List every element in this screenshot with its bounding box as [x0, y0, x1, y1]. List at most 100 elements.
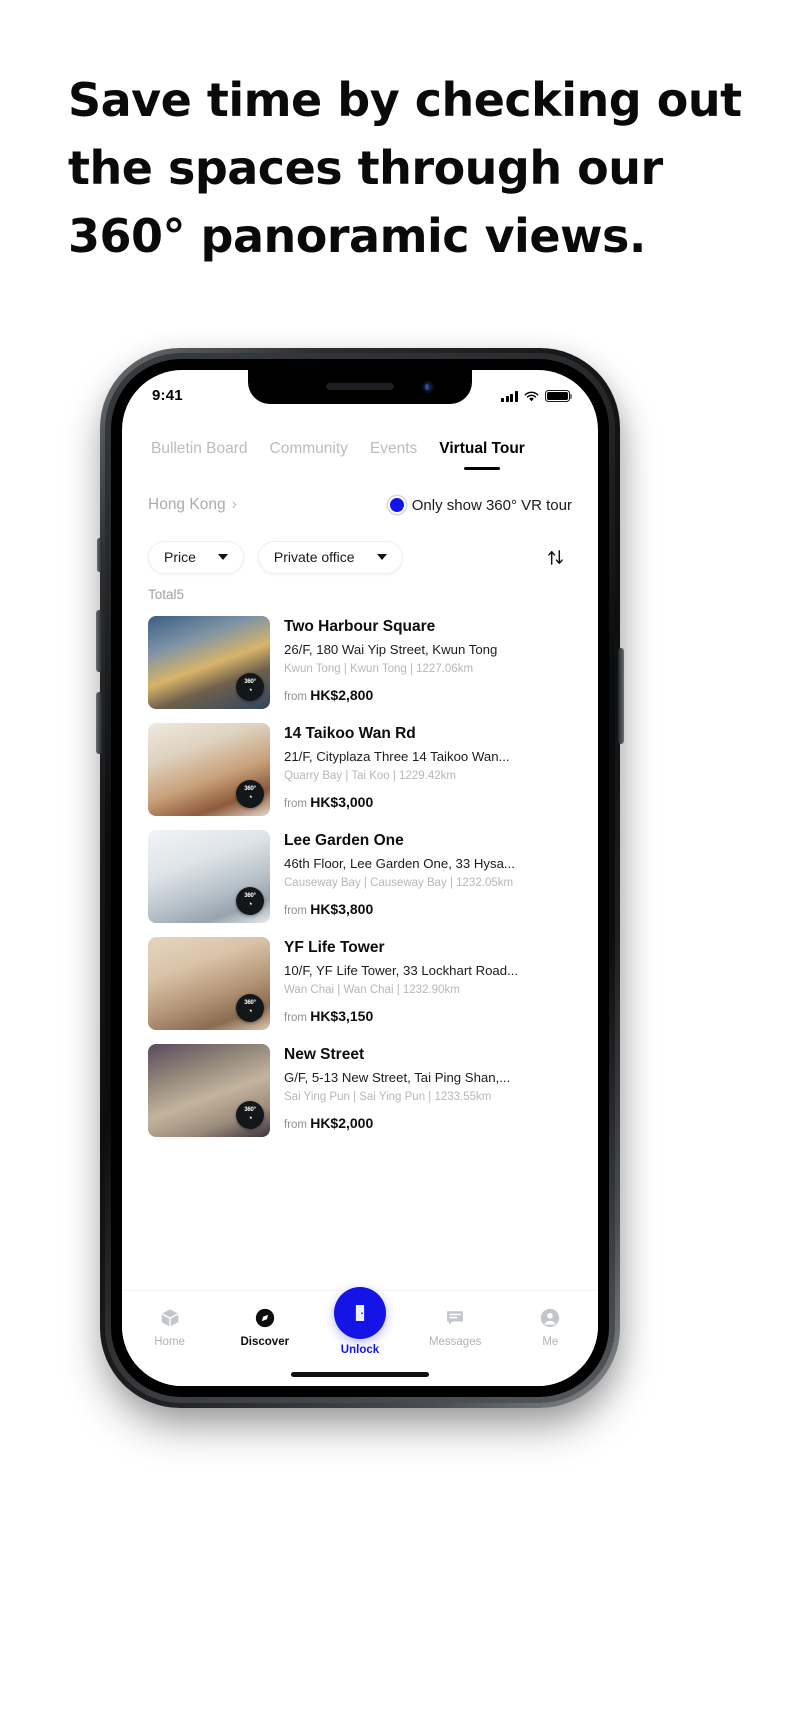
listing-title: 14 Taikoo Wan Rd — [284, 725, 416, 742]
chevron-down-icon — [217, 554, 228, 560]
front-camera-icon — [422, 381, 434, 393]
tab-label: Community — [269, 440, 348, 457]
listing-info: YF Life Tower 10/F, YF Life Tower, 33 Lo… — [284, 937, 572, 1030]
list-item[interactable]: 360° ◔ Two Harbour Square 26/F, 180 Wai … — [148, 610, 572, 717]
headline-line-2: the spaces through our — [68, 141, 663, 196]
listing-thumbnail[interactable]: 360° ◔ — [148, 1044, 270, 1137]
battery-icon — [545, 390, 573, 402]
filter-price[interactable]: Price — [148, 540, 244, 574]
phone-screen: 9:41 Bulletin Board Community Events Vir… — [122, 370, 598, 1386]
person-icon — [539, 1305, 561, 1331]
listing-list: 360° ◔ Two Harbour Square 26/F, 180 Wai … — [122, 610, 598, 1145]
badge-eye-icon: ◔ — [247, 1006, 253, 1016]
phone-frame: 9:41 Bulletin Board Community Events Vir… — [96, 348, 624, 1408]
price-value: HK$2,000 — [310, 1115, 374, 1131]
listing-title: New Street — [284, 1046, 365, 1063]
price-value: HK$3,000 — [310, 794, 374, 810]
compass-icon — [254, 1305, 276, 1331]
cellular-signal-icon — [501, 391, 518, 402]
power-button[interactable] — [618, 648, 624, 744]
vr-360-badge[interactable]: 360° ◔ — [236, 673, 264, 701]
nav-label: Home — [154, 1336, 185, 1348]
price-value: HK$3,150 — [310, 1008, 374, 1024]
listing-title: Lee Garden One — [284, 832, 404, 849]
list-item[interactable]: 360° ◔ Lee Garden One 46th Floor, Lee Ga… — [148, 824, 572, 931]
nav-item-discover[interactable]: Discover — [223, 1305, 307, 1348]
listing-title: Two Harbour Square — [284, 618, 436, 635]
tab-community[interactable]: Community — [259, 434, 359, 472]
top-tab-bar: Bulletin Board Community Events Virtual … — [122, 434, 598, 472]
listing-address: G/F, 5-13 New Street, Tai Ping Shan,... — [284, 1070, 511, 1085]
tab-label: Bulletin Board — [151, 440, 248, 457]
headline-line-3: 360° panoramic views. — [68, 209, 646, 264]
list-item[interactable]: 360° ◔ YF Life Tower 10/F, YF Life Tower… — [148, 931, 572, 1038]
page-title: Save time by checking out the spaces thr… — [68, 66, 742, 270]
listing-meta: Causeway Bay | Causeway Bay | 1232.05km — [284, 877, 514, 889]
tab-label: Virtual Tour — [439, 440, 525, 457]
tab-virtual-tour[interactable]: Virtual Tour — [428, 434, 536, 472]
phone-mockup: 9:41 Bulletin Board Community Events Vir… — [96, 348, 700, 1428]
listing-address: 26/F, 180 Wai Yip Street, Kwun Tong — [284, 642, 498, 657]
status-indicators — [501, 388, 573, 402]
volume-up-button[interactable] — [96, 610, 102, 672]
vr-only-filter[interactable]: Only show 360° VR tour — [389, 497, 572, 514]
notch — [248, 370, 472, 404]
volume-down-button[interactable] — [96, 692, 102, 754]
price-prefix: from — [284, 798, 307, 810]
status-time: 9:41 — [152, 386, 183, 404]
filter-label: Private office — [273, 549, 355, 565]
nav-item-messages[interactable]: Messages — [413, 1305, 497, 1348]
vr-360-badge[interactable]: 360° ◔ — [236, 887, 264, 915]
cube-icon — [159, 1305, 181, 1331]
tab-events[interactable]: Events — [359, 434, 428, 472]
radio-checked-icon[interactable] — [389, 498, 404, 512]
location-selector[interactable]: Hong Kong › — [148, 496, 237, 514]
vr-360-badge[interactable]: 360° ◔ — [236, 994, 264, 1022]
price-prefix: from — [284, 1012, 307, 1024]
vr-360-badge[interactable]: 360° ◔ — [236, 1101, 264, 1129]
price-prefix: from — [284, 905, 307, 917]
listing-address: 10/F, YF Life Tower, 33 Lockhart Road... — [284, 963, 519, 978]
filter-bar: Price Private office — [122, 540, 598, 574]
listing-title: YF Life Tower — [284, 939, 385, 956]
chat-bubble-icon — [444, 1305, 466, 1331]
list-item[interactable]: 360° ◔ 14 Taikoo Wan Rd 21/F, Cityplaza … — [148, 717, 572, 824]
listing-meta: Wan Chai | Wan Chai | 1232.90km — [284, 984, 460, 996]
nav-item-unlock[interactable]: Unlock — [318, 1287, 402, 1356]
home-indicator[interactable] — [291, 1372, 429, 1377]
nav-item-home[interactable]: Home — [128, 1305, 212, 1348]
chevron-down-icon — [376, 554, 387, 560]
listing-thumbnail[interactable]: 360° ◔ — [148, 830, 270, 923]
nav-label: Discover — [240, 1336, 290, 1348]
price-prefix: from — [284, 1119, 307, 1131]
price-value: HK$3,800 — [310, 901, 374, 917]
listing-price-row: from HK$3,000 — [284, 794, 572, 810]
badge-eye-icon: ◔ — [247, 792, 253, 802]
listing-thumbnail[interactable]: 360° ◔ — [148, 937, 270, 1030]
list-item[interactable]: 360° ◔ New Street G/F, 5-13 New Street, … — [148, 1038, 572, 1145]
location-label: Hong Kong — [148, 496, 226, 513]
listing-address: 21/F, Cityplaza Three 14 Taikoo Wan... — [284, 749, 510, 764]
sort-arrows-icon — [547, 549, 563, 565]
listing-address: 46th Floor, Lee Garden One, 33 Hysa... — [284, 856, 515, 871]
tab-active-underline — [464, 467, 501, 470]
tab-bulletin-board[interactable]: Bulletin Board — [140, 434, 259, 472]
filter-space-type[interactable]: Private office — [257, 540, 403, 574]
badge-eye-icon: ◔ — [247, 685, 253, 695]
listing-price-row: from HK$3,800 — [284, 901, 572, 917]
door-icon[interactable] — [333, 1287, 386, 1339]
nav-item-me[interactable]: Me — [508, 1305, 592, 1348]
badge-eye-icon: ◔ — [247, 1113, 253, 1123]
listing-thumbnail[interactable]: 360° ◔ — [148, 616, 270, 709]
tab-label: Events — [369, 440, 418, 457]
listing-price-row: from HK$3,150 — [284, 1008, 572, 1024]
earpiece-speaker — [326, 383, 394, 390]
filter-label: Price — [164, 549, 196, 565]
silent-switch[interactable] — [97, 538, 102, 572]
sort-button[interactable] — [538, 540, 572, 574]
promo-page: Save time by checking out the spaces thr… — [0, 0, 800, 1731]
nav-label: Messages — [428, 1336, 482, 1348]
listing-thumbnail[interactable]: 360° ◔ — [148, 723, 270, 816]
vr-360-badge[interactable]: 360° ◔ — [236, 780, 264, 808]
listing-meta: Quarry Bay | Tai Koo | 1229.42km — [284, 770, 456, 782]
